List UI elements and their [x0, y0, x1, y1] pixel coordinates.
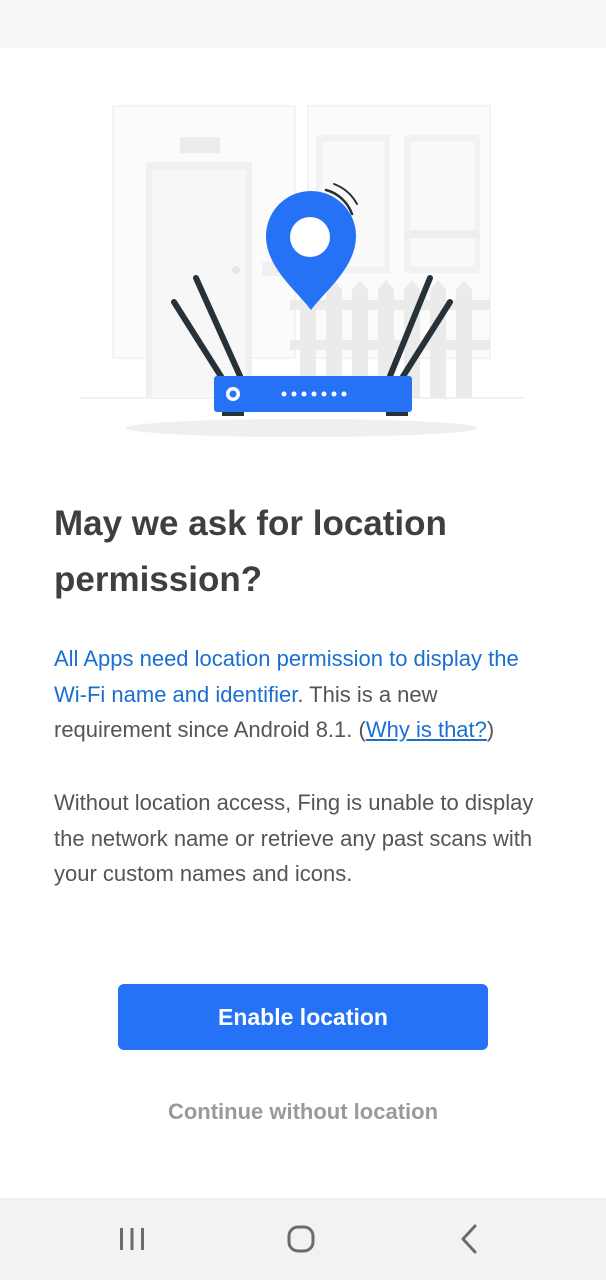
recent-apps-button[interactable] — [102, 1218, 162, 1260]
paren-close: ) — [486, 717, 495, 742]
page-title: May we ask for location permission? — [54, 504, 447, 599]
continue-without-location-button[interactable]: Continue without location — [118, 1092, 488, 1132]
location-warning: Without location access, Fing is unable … — [54, 790, 534, 886]
location-illustration — [0, 96, 606, 446]
home-button[interactable] — [271, 1218, 331, 1260]
highlight-text: All Apps need location permission to dis… — [54, 646, 519, 707]
permission-explanation: All Apps need location permission to dis… — [54, 641, 554, 748]
back-icon — [461, 1224, 477, 1254]
system-nav-bar — [0, 1198, 606, 1280]
status-bar — [0, 0, 606, 48]
enable-location-button[interactable]: Enable location — [118, 984, 488, 1050]
why-link[interactable]: Why is that? — [366, 717, 487, 742]
recent-apps-icon — [120, 1228, 144, 1250]
home-icon — [287, 1225, 315, 1253]
back-button[interactable] — [440, 1218, 500, 1260]
